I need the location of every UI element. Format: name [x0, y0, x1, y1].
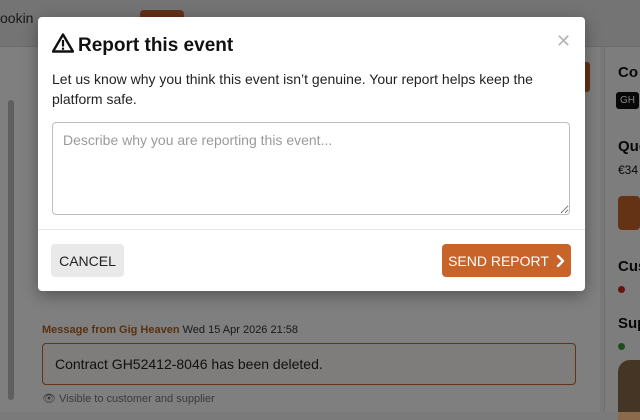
close-icon[interactable]: ✕	[556, 31, 571, 52]
dialog-description: Let us know why you think this event isn…	[52, 71, 533, 107]
report-reason-textarea[interactable]	[52, 122, 570, 215]
send-report-button[interactable]: SEND REPORT	[442, 244, 571, 277]
warning-triangle-icon	[51, 33, 75, 58]
cancel-button[interactable]: CANCEL	[51, 244, 124, 277]
chevron-right-icon	[556, 254, 565, 267]
dialog-footer-divider	[38, 229, 585, 230]
send-report-label: SEND REPORT	[448, 252, 549, 269]
dialog-title: Report this event	[78, 34, 234, 56]
dialog-header: Report this event	[51, 33, 234, 58]
report-event-dialog: Report this event ✕ Let us know why you …	[38, 17, 585, 291]
